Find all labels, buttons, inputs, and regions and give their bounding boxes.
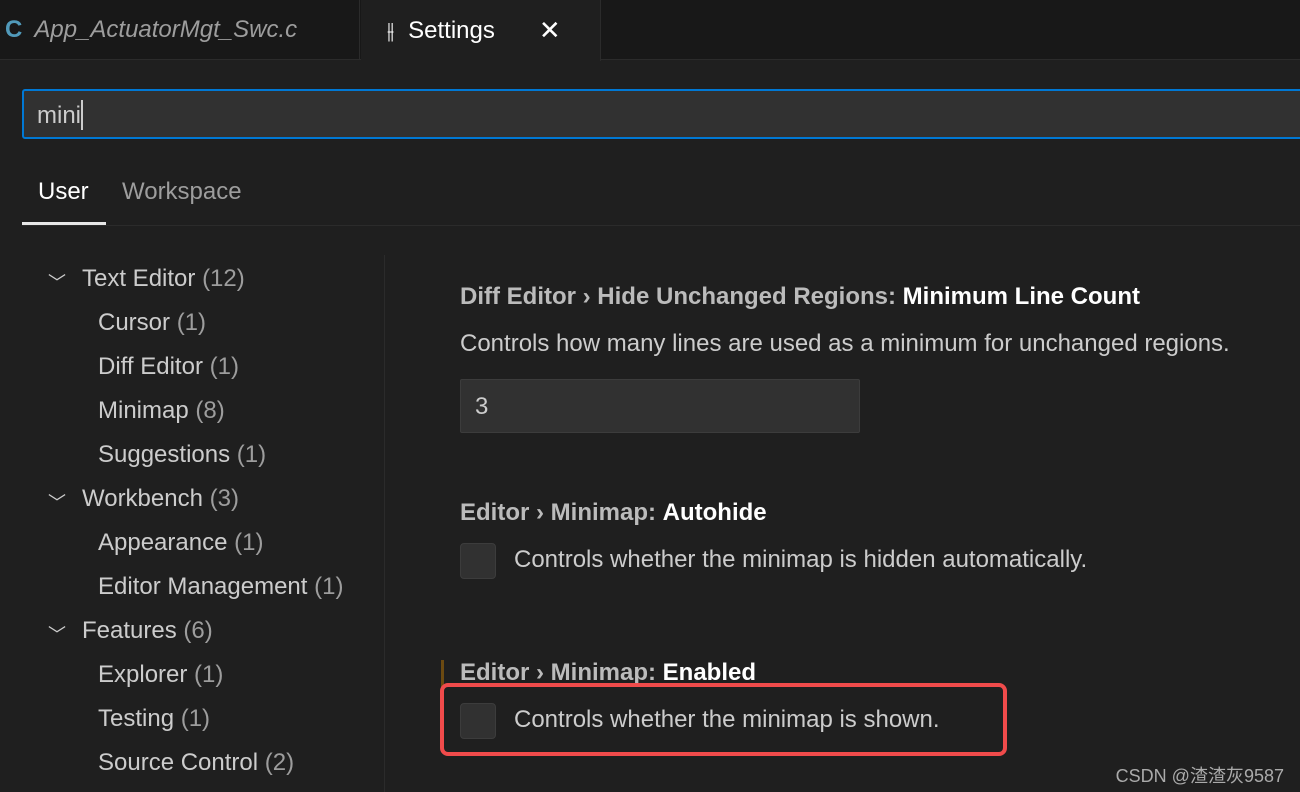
toc-item[interactable]: Features (6)	[82, 617, 213, 645]
minimum-line-count-input[interactable]: 3	[460, 379, 860, 433]
chevron-down-icon[interactable]: ﹀	[48, 489, 66, 515]
close-icon[interactable]: ✕	[539, 15, 561, 46]
toc-count: (1)	[314, 573, 344, 600]
toc-label: Source Control	[98, 749, 259, 776]
editor-tab-bar: C App_ActuatorMgt_Swc.c ⫲ Settings ✕	[0, 0, 1300, 61]
tab-settings[interactable]: ⫲ Settings ✕	[361, 0, 601, 61]
settings-search-input[interactable]: mini	[22, 89, 1300, 139]
toc-item[interactable]: Explorer (1)	[98, 661, 223, 689]
toc-label: Editor Management	[98, 573, 308, 600]
toc-label: Testing	[98, 705, 175, 732]
toc-label: Workbench	[82, 485, 203, 512]
highlight-annotation-box	[440, 683, 1007, 756]
toc-label: Features	[82, 617, 177, 644]
tab-app-actuatormgt-swc[interactable]: C App_ActuatorMgt_Swc.c	[0, 0, 360, 60]
toc-count: (6)	[183, 617, 213, 644]
toc-label: Explorer	[98, 661, 188, 688]
setting-description: Controls how many lines are used as a mi…	[460, 330, 1230, 357]
toc-item[interactable]: Editor Management (1)	[98, 573, 343, 601]
active-tab-underline	[22, 222, 106, 225]
toc-label: Appearance	[98, 529, 228, 556]
setting-description: Controls whether the minimap is hidden a…	[514, 546, 1088, 573]
toc-item[interactable]: Diff Editor (1)	[98, 353, 239, 381]
toc-count: (1)	[234, 529, 264, 556]
toc-count: (2)	[264, 749, 295, 776]
tab-label: Settings	[408, 16, 495, 44]
tab-label: App_ActuatorMgt_Swc.c	[34, 16, 298, 43]
toc-item[interactable]: Source Control (2)	[98, 749, 294, 777]
toc-count: (1)	[180, 705, 211, 732]
toc-item[interactable]: Suggestions (1)	[98, 441, 266, 469]
chevron-down-icon[interactable]: ﹀	[48, 621, 66, 647]
toc-count: (8)	[195, 397, 225, 424]
toc-count: (12)	[202, 265, 245, 292]
text-caret	[81, 99, 84, 130]
toc-item[interactable]: Appearance (1)	[98, 529, 263, 557]
toc-count: (1)	[209, 353, 239, 380]
search-value: mini	[37, 102, 82, 129]
watermark: CSDN @渣渣灰9587	[1115, 766, 1284, 786]
toc-item[interactable]: Workbench (3)	[82, 485, 239, 513]
toc-item[interactable]: Testing (1)	[98, 705, 210, 733]
c-file-icon: C	[5, 16, 23, 43]
autohide-checkbox[interactable]	[460, 543, 496, 579]
toc-count: (1)	[194, 661, 224, 688]
toc-item[interactable]: Text Editor (12)	[82, 265, 245, 293]
tab-workspace[interactable]: Workspace	[122, 178, 242, 206]
tab-user[interactable]: User	[38, 178, 89, 206]
toc-label: Minimap	[98, 397, 189, 424]
toc-label: Diff Editor	[98, 353, 203, 380]
toc-label: Suggestions	[98, 441, 231, 468]
toc-count: (1)	[236, 441, 267, 468]
toc-item[interactable]: Cursor (1)	[98, 309, 206, 337]
settings-scope-tabs: User Workspace	[22, 170, 1300, 226]
setting-title: Diff Editor › Hide Unchanged Regions: Mi…	[460, 283, 1140, 310]
settings-toc-tree: ﹀ Text Editor (12) Cursor (1) Diff Editor (…	[0, 255, 385, 792]
chevron-down-icon[interactable]: ﹀	[48, 269, 66, 295]
setting-title: Editor › Minimap: Autohide	[460, 499, 767, 526]
toc-item[interactable]: Minimap (8)	[98, 397, 225, 425]
toc-label: Cursor	[98, 309, 171, 336]
toc-count: (3)	[209, 485, 239, 512]
toc-label: Text Editor	[82, 265, 196, 292]
toc-count: (1)	[176, 309, 207, 336]
settings-sliders-icon: ⫲	[387, 17, 395, 43]
